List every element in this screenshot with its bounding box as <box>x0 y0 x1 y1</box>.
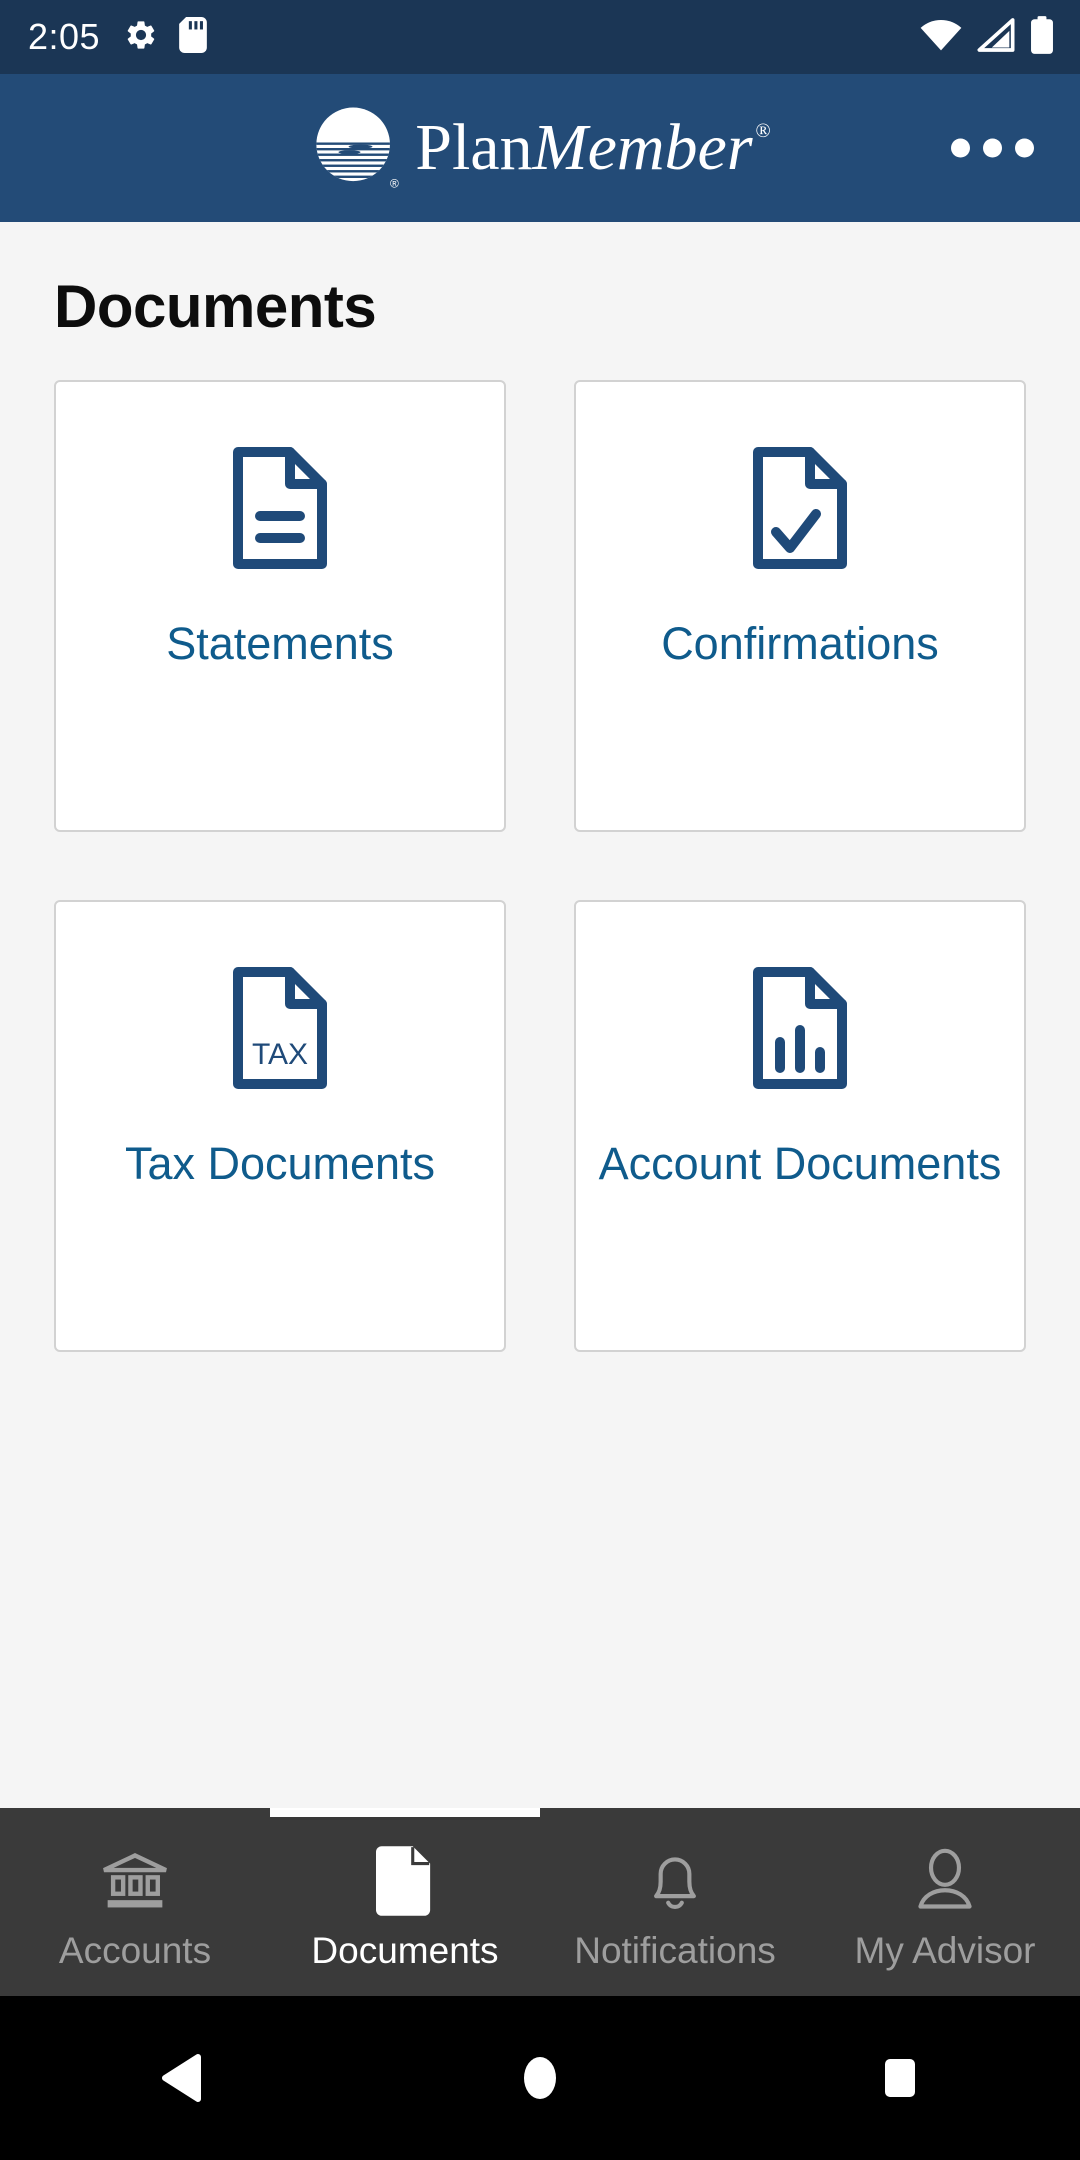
brand-wordmark: Plan Member ® <box>415 115 770 181</box>
brand-word-member: Member <box>532 111 753 184</box>
status-bar-system-icons <box>920 15 1054 59</box>
android-system-nav <box>0 1996 1080 2160</box>
person-icon <box>914 1844 976 1918</box>
bell-icon <box>644 1844 706 1918</box>
status-bar: 2:05 <box>0 0 1080 74</box>
wifi-icon <box>920 18 962 57</box>
overflow-dot-icon <box>983 138 1002 158</box>
tab-label: Documents <box>311 1929 499 1971</box>
main-content: Documents Statements Confirmations TAX T… <box>0 222 1080 1808</box>
document-tax-icon: TAX <box>228 962 332 1094</box>
brand-lockup: ® Plan Member ® <box>309 102 771 194</box>
phone-screen: 2:05 ® Plan Member ® Documents Statement… <box>0 0 1080 2160</box>
tab-accounts[interactable]: Accounts <box>0 1808 270 1996</box>
cellular-signal-icon <box>976 17 1016 57</box>
brand-word-plan: Plan <box>415 111 533 184</box>
tab-documents[interactable]: Documents <box>270 1808 540 1996</box>
card-label: Statements <box>166 618 394 669</box>
recent-apps-button[interactable] <box>820 1996 980 2160</box>
bank-icon <box>98 1844 172 1918</box>
svg-text:®: ® <box>390 177 399 191</box>
card-tax-documents[interactable]: TAX Tax Documents <box>54 900 506 1352</box>
document-chart-icon <box>748 962 852 1094</box>
home-button[interactable] <box>460 1996 620 2160</box>
overflow-dot-icon <box>1015 138 1034 158</box>
svg-text:TAX: TAX <box>252 1038 308 1071</box>
status-bar-notification-icons <box>124 16 208 58</box>
status-bar-clock: 2:05 <box>28 16 101 57</box>
sd-card-icon <box>178 16 208 58</box>
tab-label: Accounts <box>58 1929 212 1971</box>
back-button[interactable] <box>100 1996 260 2160</box>
page-title: Documents <box>54 273 377 340</box>
document-lines-icon <box>228 442 332 574</box>
card-confirmations[interactable]: Confirmations <box>574 380 1026 832</box>
tab-notifications[interactable]: Notifications <box>540 1808 810 1996</box>
document-icon <box>376 1844 434 1918</box>
card-label: Account Documents <box>598 1138 1002 1189</box>
card-statements[interactable]: Statements <box>54 380 506 832</box>
tab-label: My Advisor <box>854 1929 1036 1971</box>
tab-my-advisor[interactable]: My Advisor <box>810 1808 1080 1996</box>
app-header: ® Plan Member ® <box>0 74 1080 222</box>
card-label: Confirmations <box>661 618 939 669</box>
bottom-tab-bar: Accounts Documents Notifications My Advi… <box>0 1808 1080 1996</box>
card-account-documents[interactable]: Account Documents <box>574 900 1026 1352</box>
overflow-menu-button[interactable] <box>941 121 1044 176</box>
document-check-icon <box>748 442 852 574</box>
planmember-sun-logo: ® <box>309 102 401 194</box>
card-label: Tax Documents <box>124 1138 436 1189</box>
gear-icon <box>124 18 158 57</box>
registered-trademark-icon: ® <box>755 120 771 142</box>
battery-icon <box>1030 15 1054 59</box>
tab-label: Notifications <box>574 1929 776 1971</box>
document-category-grid: Statements Confirmations TAX Tax Documen… <box>54 380 1026 1352</box>
overflow-dot-icon <box>951 138 970 158</box>
